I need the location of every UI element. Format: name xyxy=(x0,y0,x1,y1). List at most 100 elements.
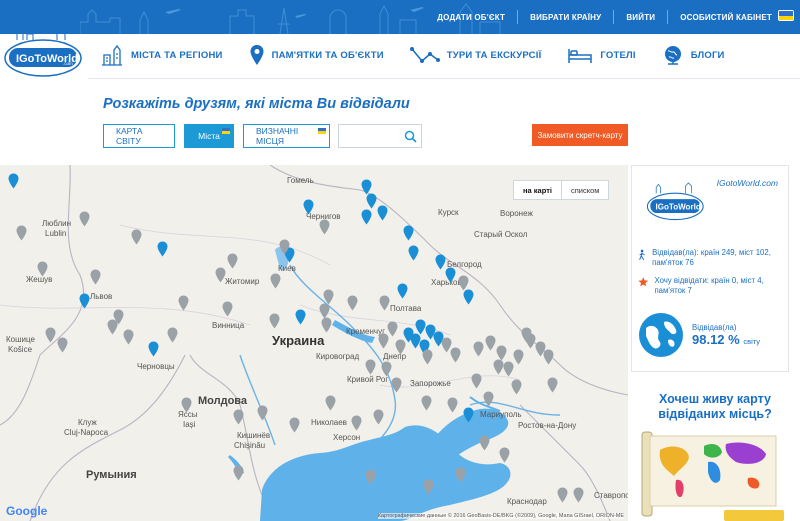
city-pin[interactable] xyxy=(37,261,48,277)
nav-blogs[interactable]: БЛОГИ xyxy=(662,44,725,66)
city-pin[interactable] xyxy=(233,465,244,481)
visited-city-pin[interactable] xyxy=(445,267,456,283)
tab-cities[interactable]: Міста xyxy=(184,124,234,148)
tab-world-map[interactable]: КАРТА СВІТУ xyxy=(103,124,175,148)
visited-city-pin[interactable] xyxy=(79,293,90,309)
city-pin[interactable] xyxy=(395,339,406,355)
city-pin[interactable] xyxy=(79,211,90,227)
city-pin[interactable] xyxy=(493,359,504,375)
visited-city-pin[interactable] xyxy=(463,289,474,305)
city-pin[interactable] xyxy=(131,229,142,245)
city-pin[interactable] xyxy=(573,487,584,503)
city-pin[interactable] xyxy=(45,327,56,343)
bed-icon xyxy=(568,49,593,63)
city-pin[interactable] xyxy=(479,435,490,451)
search-input[interactable] xyxy=(343,125,405,147)
city-pin[interactable] xyxy=(547,377,558,393)
city-pin[interactable] xyxy=(447,397,458,413)
switch-map-button[interactable]: на карті xyxy=(514,181,562,199)
city-pin[interactable] xyxy=(325,395,336,411)
ukraine-flag-icon[interactable] xyxy=(778,10,794,21)
city-pin[interactable] xyxy=(365,469,376,485)
city-pin[interactable] xyxy=(373,409,384,425)
city-pin[interactable] xyxy=(227,253,238,269)
visited-city-pin[interactable] xyxy=(303,199,314,215)
city-pin[interactable] xyxy=(167,327,178,343)
city-pin[interactable] xyxy=(499,447,510,463)
city-pin[interactable] xyxy=(521,327,532,343)
promo-question: Хочеш живу карту відвіданих місць? xyxy=(658,392,772,421)
city-pin[interactable] xyxy=(289,417,300,433)
city-pin[interactable] xyxy=(379,295,390,311)
city-pin[interactable] xyxy=(351,415,362,431)
city-pin[interactable] xyxy=(483,391,494,407)
city-pin[interactable] xyxy=(16,225,27,241)
city-pin[interactable] xyxy=(543,349,554,365)
city-pin[interactable] xyxy=(90,269,101,285)
city-pin[interactable] xyxy=(485,335,496,351)
city-pin[interactable] xyxy=(471,373,482,389)
city-pin[interactable] xyxy=(279,239,290,255)
city-pin[interactable] xyxy=(513,349,524,365)
nav-sights[interactable]: ПАМ'ЯТКИ ТА ОБ'ЄКТИ xyxy=(249,44,384,66)
city-pin[interactable] xyxy=(270,273,281,289)
city-pin[interactable] xyxy=(123,329,134,345)
city-pin[interactable] xyxy=(215,267,226,283)
city-pin[interactable] xyxy=(391,377,402,393)
visited-city-pin[interactable] xyxy=(295,309,306,325)
view-tabs: КАРТА СВІТУ Міста ВИЗНАЧНІ МІСЦЯ xyxy=(103,124,330,148)
city-pin[interactable] xyxy=(421,395,432,411)
nav-hotels[interactable]: ГОТЕЛІ xyxy=(567,45,636,65)
visited-city-pin[interactable] xyxy=(157,241,168,257)
city-pin[interactable] xyxy=(269,313,280,329)
city-pin[interactable] xyxy=(181,397,192,413)
account-link[interactable]: ОСОБИСТИЙ КАБІНЕТ xyxy=(680,13,772,22)
city-pin[interactable] xyxy=(511,379,522,395)
nav-cities-regions[interactable]: МІСТА ТА РЕГІОНИ xyxy=(100,44,223,66)
city-pin[interactable] xyxy=(423,479,434,495)
visited-city-pin[interactable] xyxy=(397,283,408,299)
visited-city-pin[interactable] xyxy=(8,173,19,189)
logout-link[interactable]: ВИЙТИ xyxy=(626,13,655,22)
visited-city-pin[interactable] xyxy=(408,245,419,261)
city-pin[interactable] xyxy=(257,405,268,421)
city-pin[interactable] xyxy=(450,347,461,363)
site-logo[interactable]: IGoToWorld .com xyxy=(3,22,85,82)
visited-city-pin[interactable] xyxy=(403,225,414,241)
city-pin[interactable] xyxy=(458,275,469,291)
city-pin[interactable] xyxy=(557,487,568,503)
city-pin[interactable] xyxy=(233,409,244,425)
visited-city-pin[interactable] xyxy=(366,193,377,209)
city-pin[interactable] xyxy=(422,349,433,365)
city-pin[interactable] xyxy=(365,359,376,375)
city-pin[interactable] xyxy=(321,317,332,333)
city-pin[interactable] xyxy=(347,295,358,311)
city-pin[interactable] xyxy=(378,333,389,349)
city-pin[interactable] xyxy=(455,467,466,483)
nav-tours[interactable]: ТУРИ ТА ЕКСКУРСІЇ xyxy=(409,45,542,65)
visited-city-pin[interactable] xyxy=(361,209,372,225)
order-scratch-map-button[interactable]: Замовити скретч-карту xyxy=(532,124,628,146)
search-icon[interactable] xyxy=(404,130,417,143)
scratch-map-illustration xyxy=(641,431,784,521)
tab-landmarks[interactable]: ВИЗНАЧНІ МІСЦЯ xyxy=(243,124,330,148)
map-view[interactable]: на карті списком Гомель Люблин Lublin Же… xyxy=(0,165,628,521)
site-logo[interactable]: IGoToWorld xyxy=(644,180,708,224)
city-pin[interactable] xyxy=(381,361,392,377)
city-pin[interactable] xyxy=(503,361,514,377)
city-pin[interactable] xyxy=(222,301,233,317)
scratch-map-promo[interactable]: Хочеш живу карту відвіданих місць? xyxy=(640,392,790,521)
city-pin[interactable] xyxy=(473,341,484,357)
nav-label: ТУРИ ТА ЕКСКУРСІЇ xyxy=(446,49,542,61)
city-pin[interactable] xyxy=(107,319,118,335)
city-pin[interactable] xyxy=(319,219,330,235)
visited-city-pin[interactable] xyxy=(148,341,159,357)
city-pin[interactable] xyxy=(178,295,189,311)
visited-city-pin[interactable] xyxy=(377,205,388,221)
add-object-link[interactable]: ДОДАТИ ОБ'ЄКТ xyxy=(437,13,505,22)
switch-list-button[interactable]: списком xyxy=(562,181,608,199)
percent-label: Відвідав(ла) xyxy=(692,323,737,332)
visited-city-pin[interactable] xyxy=(463,407,474,423)
city-pin[interactable] xyxy=(57,337,68,353)
choose-country-link[interactable]: ВИБРАТИ КРАЇНУ xyxy=(530,13,601,22)
